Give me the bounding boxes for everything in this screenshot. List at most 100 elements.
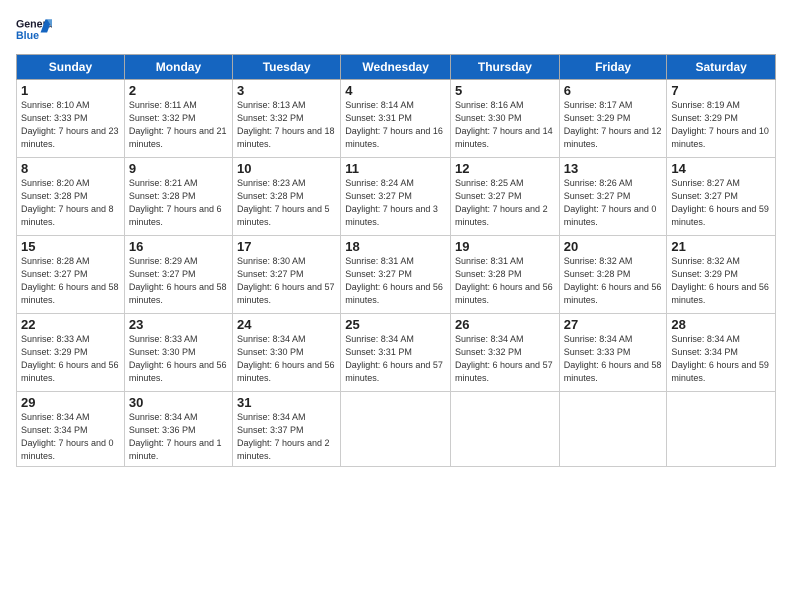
calendar-cell (559, 392, 667, 467)
calendar-cell: 6Sunrise: 8:17 AMSunset: 3:29 PMDaylight… (559, 80, 667, 158)
day-number: 31 (237, 395, 336, 410)
day-info: Sunrise: 8:17 AMSunset: 3:29 PMDaylight:… (564, 99, 663, 151)
calendar-cell: 4Sunrise: 8:14 AMSunset: 3:31 PMDaylight… (341, 80, 451, 158)
calendar-cell: 28Sunrise: 8:34 AMSunset: 3:34 PMDayligh… (667, 314, 776, 392)
day-info: Sunrise: 8:14 AMSunset: 3:31 PMDaylight:… (345, 99, 446, 151)
week-row-3: 15Sunrise: 8:28 AMSunset: 3:27 PMDayligh… (17, 236, 776, 314)
day-number: 29 (21, 395, 120, 410)
day-info: Sunrise: 8:34 AMSunset: 3:32 PMDaylight:… (455, 333, 555, 385)
calendar-cell: 8Sunrise: 8:20 AMSunset: 3:28 PMDaylight… (17, 158, 125, 236)
weekday-saturday: Saturday (667, 55, 776, 80)
day-number: 1 (21, 83, 120, 98)
day-number: 16 (129, 239, 228, 254)
day-number: 20 (564, 239, 663, 254)
day-info: Sunrise: 8:32 AMSunset: 3:29 PMDaylight:… (671, 255, 771, 307)
header: General Blue (16, 16, 776, 44)
calendar-cell: 13Sunrise: 8:26 AMSunset: 3:27 PMDayligh… (559, 158, 667, 236)
calendar-cell: 18Sunrise: 8:31 AMSunset: 3:27 PMDayligh… (341, 236, 451, 314)
calendar-cell: 17Sunrise: 8:30 AMSunset: 3:27 PMDayligh… (233, 236, 341, 314)
day-number: 24 (237, 317, 336, 332)
day-info: Sunrise: 8:32 AMSunset: 3:28 PMDaylight:… (564, 255, 663, 307)
calendar-cell (667, 392, 776, 467)
day-number: 26 (455, 317, 555, 332)
day-number: 9 (129, 161, 228, 176)
calendar-cell: 24Sunrise: 8:34 AMSunset: 3:30 PMDayligh… (233, 314, 341, 392)
weekday-monday: Monday (124, 55, 232, 80)
calendar-cell: 23Sunrise: 8:33 AMSunset: 3:30 PMDayligh… (124, 314, 232, 392)
day-info: Sunrise: 8:10 AMSunset: 3:33 PMDaylight:… (21, 99, 120, 151)
calendar-cell (341, 392, 451, 467)
calendar-cell (451, 392, 560, 467)
day-number: 4 (345, 83, 446, 98)
day-info: Sunrise: 8:34 AMSunset: 3:30 PMDaylight:… (237, 333, 336, 385)
day-number: 10 (237, 161, 336, 176)
calendar-cell: 21Sunrise: 8:32 AMSunset: 3:29 PMDayligh… (667, 236, 776, 314)
day-number: 14 (671, 161, 771, 176)
logo: General Blue (16, 16, 52, 44)
calendar-cell: 14Sunrise: 8:27 AMSunset: 3:27 PMDayligh… (667, 158, 776, 236)
day-info: Sunrise: 8:24 AMSunset: 3:27 PMDaylight:… (345, 177, 446, 229)
calendar-cell: 11Sunrise: 8:24 AMSunset: 3:27 PMDayligh… (341, 158, 451, 236)
day-number: 7 (671, 83, 771, 98)
week-row-5: 29Sunrise: 8:34 AMSunset: 3:34 PMDayligh… (17, 392, 776, 467)
weekday-sunday: Sunday (17, 55, 125, 80)
calendar-cell: 27Sunrise: 8:34 AMSunset: 3:33 PMDayligh… (559, 314, 667, 392)
calendar-table: SundayMondayTuesdayWednesdayThursdayFrid… (16, 54, 776, 467)
day-info: Sunrise: 8:31 AMSunset: 3:27 PMDaylight:… (345, 255, 446, 307)
weekday-thursday: Thursday (451, 55, 560, 80)
weekday-friday: Friday (559, 55, 667, 80)
day-info: Sunrise: 8:33 AMSunset: 3:29 PMDaylight:… (21, 333, 120, 385)
day-number: 19 (455, 239, 555, 254)
weekday-header-row: SundayMondayTuesdayWednesdayThursdayFrid… (17, 55, 776, 80)
calendar-cell: 9Sunrise: 8:21 AMSunset: 3:28 PMDaylight… (124, 158, 232, 236)
day-number: 8 (21, 161, 120, 176)
day-info: Sunrise: 8:34 AMSunset: 3:36 PMDaylight:… (129, 411, 228, 463)
day-number: 21 (671, 239, 771, 254)
day-info: Sunrise: 8:27 AMSunset: 3:27 PMDaylight:… (671, 177, 771, 229)
day-info: Sunrise: 8:19 AMSunset: 3:29 PMDaylight:… (671, 99, 771, 151)
day-number: 13 (564, 161, 663, 176)
day-number: 2 (129, 83, 228, 98)
svg-text:Blue: Blue (16, 30, 39, 42)
calendar-cell: 5Sunrise: 8:16 AMSunset: 3:30 PMDaylight… (451, 80, 560, 158)
day-number: 30 (129, 395, 228, 410)
day-info: Sunrise: 8:29 AMSunset: 3:27 PMDaylight:… (129, 255, 228, 307)
week-row-4: 22Sunrise: 8:33 AMSunset: 3:29 PMDayligh… (17, 314, 776, 392)
calendar-cell: 2Sunrise: 8:11 AMSunset: 3:32 PMDaylight… (124, 80, 232, 158)
calendar-cell: 26Sunrise: 8:34 AMSunset: 3:32 PMDayligh… (451, 314, 560, 392)
day-number: 17 (237, 239, 336, 254)
calendar-cell: 15Sunrise: 8:28 AMSunset: 3:27 PMDayligh… (17, 236, 125, 314)
calendar-cell: 10Sunrise: 8:23 AMSunset: 3:28 PMDayligh… (233, 158, 341, 236)
calendar-cell: 20Sunrise: 8:32 AMSunset: 3:28 PMDayligh… (559, 236, 667, 314)
day-info: Sunrise: 8:34 AMSunset: 3:34 PMDaylight:… (671, 333, 771, 385)
calendar-cell: 25Sunrise: 8:34 AMSunset: 3:31 PMDayligh… (341, 314, 451, 392)
day-number: 28 (671, 317, 771, 332)
day-info: Sunrise: 8:33 AMSunset: 3:30 PMDaylight:… (129, 333, 228, 385)
day-info: Sunrise: 8:25 AMSunset: 3:27 PMDaylight:… (455, 177, 555, 229)
day-number: 18 (345, 239, 446, 254)
calendar-cell: 19Sunrise: 8:31 AMSunset: 3:28 PMDayligh… (451, 236, 560, 314)
day-info: Sunrise: 8:34 AMSunset: 3:37 PMDaylight:… (237, 411, 336, 463)
day-number: 25 (345, 317, 446, 332)
day-info: Sunrise: 8:20 AMSunset: 3:28 PMDaylight:… (21, 177, 120, 229)
calendar-cell: 12Sunrise: 8:25 AMSunset: 3:27 PMDayligh… (451, 158, 560, 236)
calendar-cell: 30Sunrise: 8:34 AMSunset: 3:36 PMDayligh… (124, 392, 232, 467)
day-number: 15 (21, 239, 120, 254)
day-number: 12 (455, 161, 555, 176)
calendar-cell: 29Sunrise: 8:34 AMSunset: 3:34 PMDayligh… (17, 392, 125, 467)
day-info: Sunrise: 8:31 AMSunset: 3:28 PMDaylight:… (455, 255, 555, 307)
day-number: 3 (237, 83, 336, 98)
calendar-cell: 22Sunrise: 8:33 AMSunset: 3:29 PMDayligh… (17, 314, 125, 392)
day-number: 11 (345, 161, 446, 176)
day-info: Sunrise: 8:13 AMSunset: 3:32 PMDaylight:… (237, 99, 336, 151)
calendar-cell: 1Sunrise: 8:10 AMSunset: 3:33 PMDaylight… (17, 80, 125, 158)
weekday-tuesday: Tuesday (233, 55, 341, 80)
calendar-cell: 3Sunrise: 8:13 AMSunset: 3:32 PMDaylight… (233, 80, 341, 158)
weekday-wednesday: Wednesday (341, 55, 451, 80)
day-info: Sunrise: 8:30 AMSunset: 3:27 PMDaylight:… (237, 255, 336, 307)
logo-icon: General Blue (16, 16, 52, 44)
day-number: 22 (21, 317, 120, 332)
day-info: Sunrise: 8:21 AMSunset: 3:28 PMDaylight:… (129, 177, 228, 229)
day-info: Sunrise: 8:34 AMSunset: 3:34 PMDaylight:… (21, 411, 120, 463)
day-info: Sunrise: 8:26 AMSunset: 3:27 PMDaylight:… (564, 177, 663, 229)
